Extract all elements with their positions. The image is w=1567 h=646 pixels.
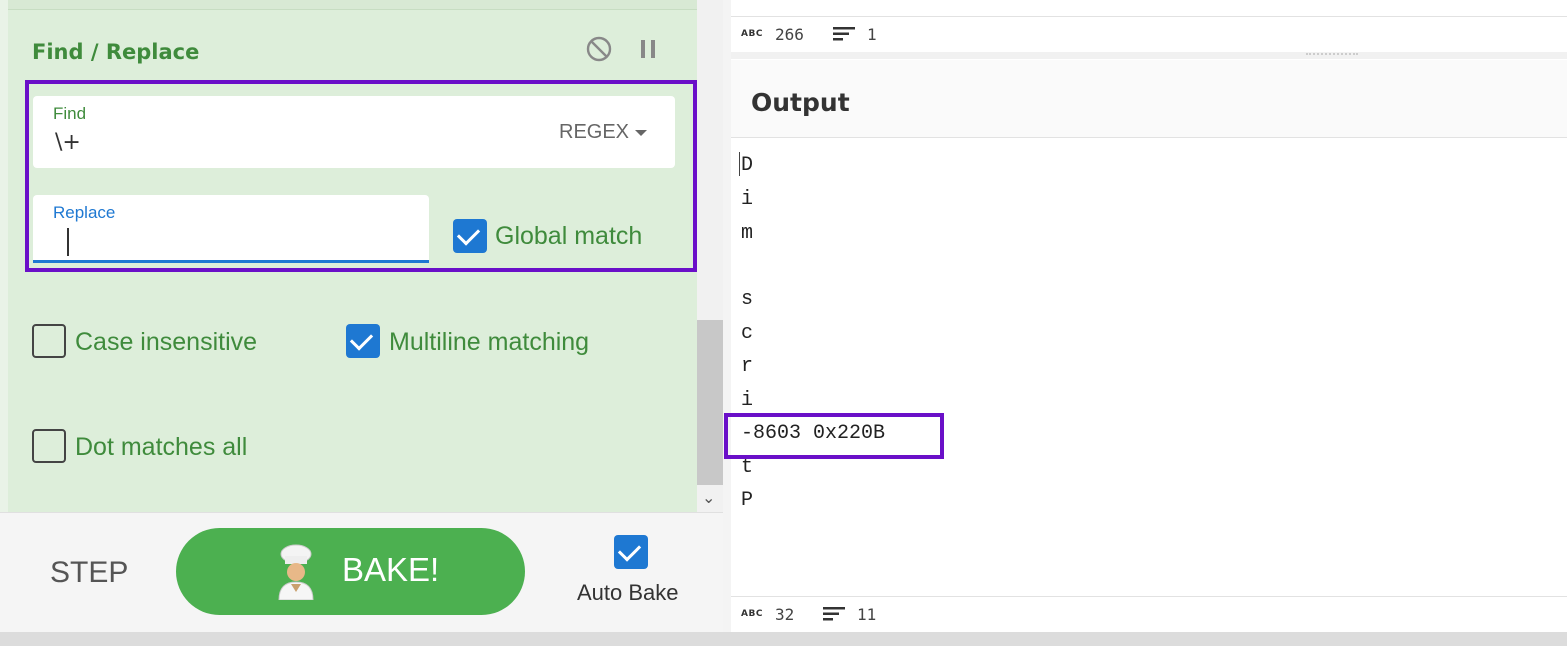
output-lines-stat: 11 [857,605,877,624]
resizer-grip[interactable] [1306,53,1358,56]
disable-icon[interactable] [586,36,612,62]
output-title: Output [751,88,850,117]
output-line[interactable]: c [741,322,753,345]
abc-icon: ABC [741,29,763,39]
auto-bake-checkbox[interactable] [614,535,648,569]
output-header [731,60,1567,138]
io-resizer[interactable] [731,52,1567,59]
input-lines-stat: 1 [867,25,877,44]
chef-icon [278,544,314,600]
output-line[interactable]: r [741,355,753,378]
lines-icon [823,607,845,621]
output-line[interactable]: i [741,389,753,412]
output-line[interactable]: t [741,456,753,479]
output-line[interactable]: D [741,154,753,177]
highlight-box-output [724,413,944,459]
recipe-scrollbar-thumb[interactable] [697,320,723,485]
input-length-stat: 266 [775,25,804,44]
output-length-stat: 32 [775,605,795,624]
multiline-matching-label[interactable]: Multiline matching [389,328,589,357]
multiline-matching-checkbox[interactable] [346,324,380,358]
bottom-bar [0,632,1567,646]
output-caret [739,152,740,176]
previous-operation-edge [0,0,697,10]
case-insensitive-label[interactable]: Case insensitive [75,328,257,357]
bake-label: BAKE! [342,551,440,588]
output-line[interactable]: m [741,222,753,245]
output-line[interactable]: i [741,188,753,211]
step-button[interactable]: STEP [50,556,128,590]
scroll-down-arrow-icon[interactable]: ⌄ [702,488,715,508]
pane-divider[interactable] [723,0,731,632]
app-root: Find / Replace Find \+ REGEX Replace Glo… [0,0,1567,646]
output-line[interactable]: s [741,288,753,311]
output-line[interactable]: P [741,489,753,512]
pause-icon[interactable] [639,38,657,60]
operation-title: Find / Replace [32,40,200,64]
highlight-box-arguments [25,80,697,272]
dot-matches-all-label[interactable]: Dot matches all [75,433,247,462]
lines-icon [833,27,855,41]
output-footer-edge [731,596,1567,597]
dot-matches-all-checkbox[interactable] [32,429,66,463]
case-insensitive-checkbox[interactable] [32,324,66,358]
abc-icon: ABC [741,609,763,619]
auto-bake-label[interactable]: Auto Bake [577,580,679,606]
recipe-left-gutter [0,0,8,512]
input-area-edge [731,16,1567,17]
